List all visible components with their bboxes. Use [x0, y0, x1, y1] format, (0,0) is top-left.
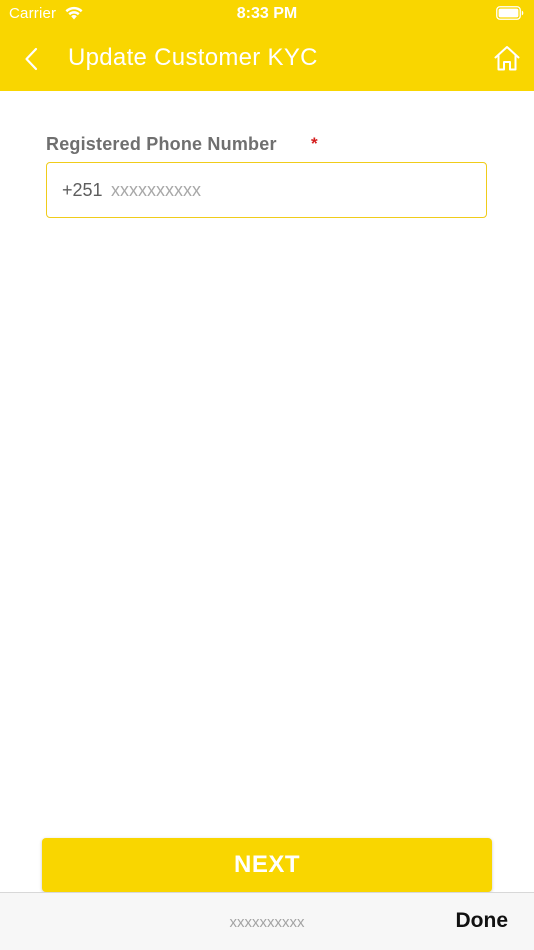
phone-number-field[interactable]: +251 — [46, 162, 487, 218]
update-kyc-screen: Carrier 8:33 PM Update Customer KYC Regi… — [0, 0, 534, 950]
phone-number-input[interactable] — [111, 174, 471, 206]
keyboard-input-preview: xxxxxxxxxx — [229, 914, 305, 931]
status-bar: Carrier 8:33 PM — [0, 0, 534, 28]
required-asterisk: * — [311, 134, 318, 153]
keyboard-accessory-toolbar: xxxxxxxxxx Done — [0, 892, 534, 950]
app-header: Carrier 8:33 PM Update Customer KYC — [0, 0, 534, 91]
country-code-prefix: +251 — [62, 180, 103, 200]
status-time: 8:33 PM — [236, 5, 298, 22]
next-button[interactable]: NEXT — [42, 838, 492, 892]
navigation-bar: Update Customer KYC — [0, 28, 534, 91]
home-icon — [494, 46, 520, 71]
chevron-left-icon — [25, 47, 38, 71]
home-button[interactable] — [492, 43, 522, 73]
page-title: Update Customer KYC — [68, 44, 318, 71]
back-button[interactable] — [16, 42, 46, 76]
phone-number-label: Registered Phone Number — [46, 134, 277, 154]
battery-icon — [496, 6, 524, 20]
done-button[interactable]: Done — [456, 909, 509, 933]
